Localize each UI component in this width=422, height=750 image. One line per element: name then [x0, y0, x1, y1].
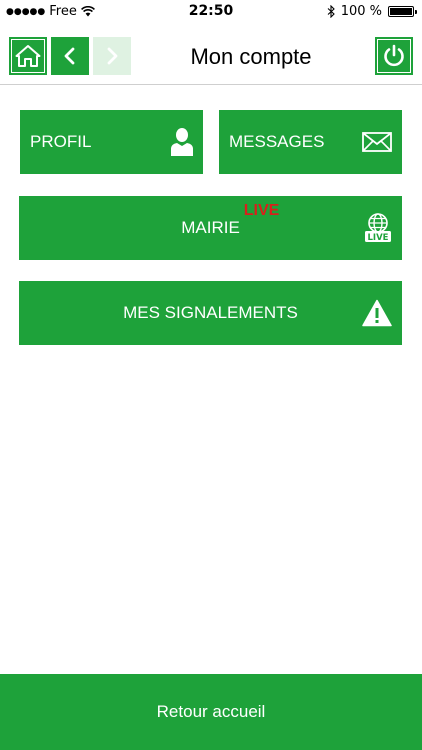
messages-button[interactable]: MESSAGES: [219, 110, 402, 174]
status-bar: ●●●●● Free 22:50 100 %: [0, 0, 422, 24]
mes-signalements-button[interactable]: MES SIGNALEMENTS: [19, 281, 402, 345]
battery-icon: [388, 6, 417, 17]
home-icon: [15, 45, 41, 67]
chevron-left-icon: [64, 47, 75, 65]
battery-percent: 100 %: [340, 4, 382, 19]
forward-button[interactable]: [93, 37, 131, 75]
retour-accueil-button[interactable]: Retour accueil: [0, 674, 422, 750]
live-badge: LIVE: [243, 202, 280, 219]
retour-accueil-label: Retour accueil: [156, 702, 266, 721]
envelope-icon: [362, 132, 392, 152]
back-button[interactable]: [51, 37, 89, 75]
globe-live-icon-text: LIVE: [368, 233, 389, 243]
warning-icon: [362, 299, 392, 327]
mes-signalements-label: MES SIGNALEMENTS: [123, 303, 298, 322]
bluetooth-icon: [327, 5, 335, 18]
messages-label: MESSAGES: [229, 132, 325, 151]
home-button[interactable]: [9, 37, 47, 75]
header-bar: Mon compte: [0, 24, 422, 85]
chevron-right-icon: [107, 47, 118, 65]
profil-label: PROFIL: [30, 132, 92, 151]
status-bar-right: 100 %: [327, 4, 417, 19]
user-icon: [171, 128, 193, 156]
mairie-label: MAIRIE: [181, 218, 240, 237]
logout-button[interactable]: [375, 37, 413, 75]
power-icon: [384, 44, 404, 67]
globe-live-icon: LIVE: [365, 213, 391, 243]
mairie-button[interactable]: MAIRIE LIVE LIVE: [19, 196, 402, 260]
page-title: Mon compte: [190, 44, 312, 69]
profil-button[interactable]: PROFIL: [20, 110, 203, 174]
